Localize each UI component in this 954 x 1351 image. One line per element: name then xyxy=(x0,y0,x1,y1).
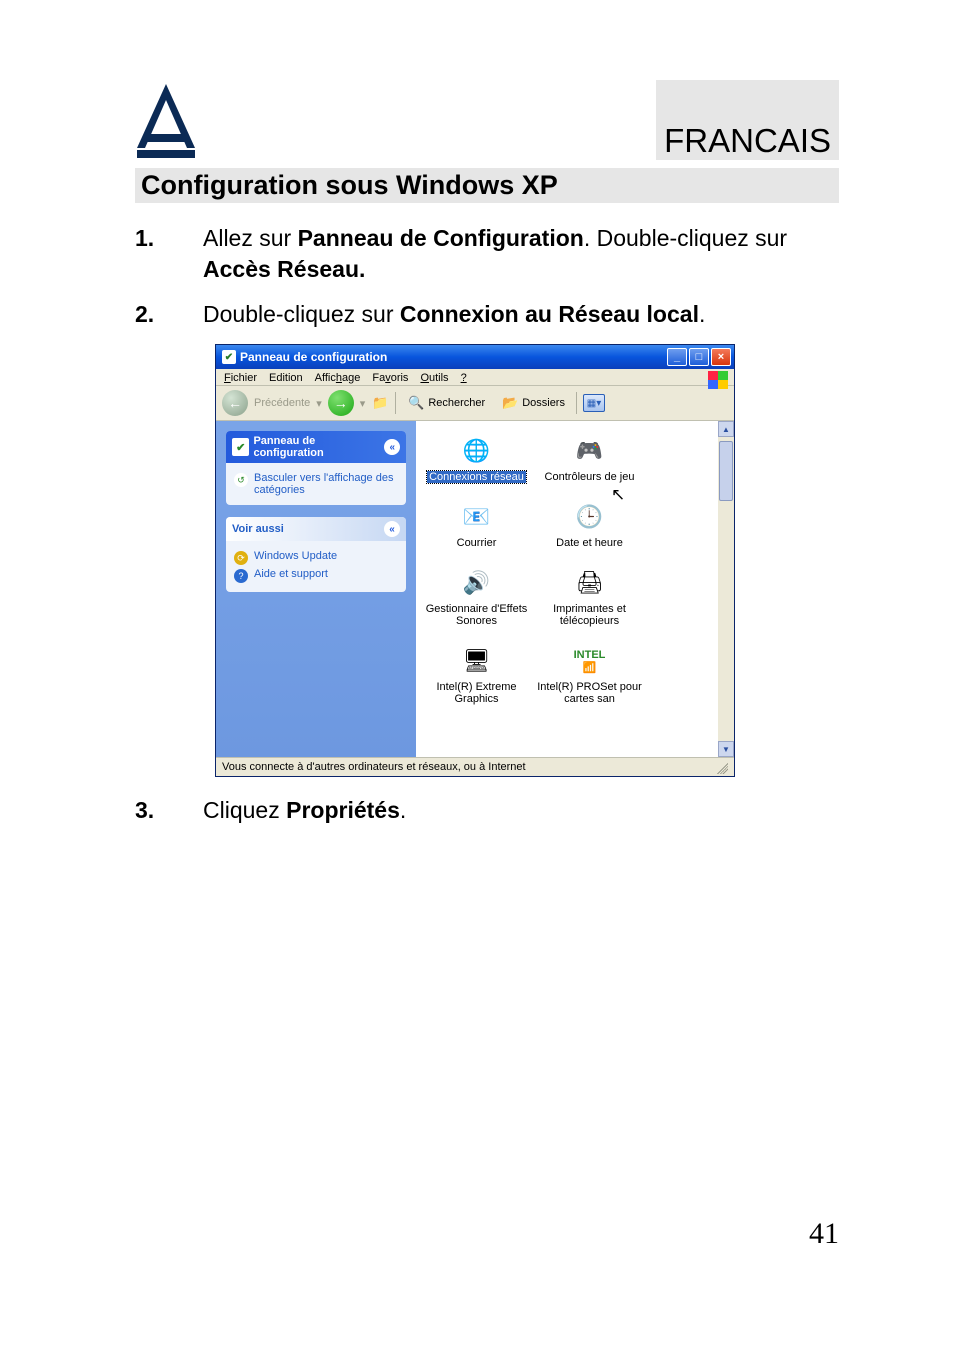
instruction-list: 1. Allez sur Panneau de Configuration. D… xyxy=(135,223,839,330)
menu-edit[interactable]: Edition xyxy=(269,372,303,384)
toolbar: ← Précédente ▾ → ▾ 📁 🔍 Rechercher 📂 Doss… xyxy=(216,386,734,421)
help-support-link[interactable]: ? Aide et support xyxy=(234,568,398,583)
network-card-icon: INTEL📶 xyxy=(574,645,606,677)
panel-header[interactable]: Voir aussi « xyxy=(226,517,406,541)
step-number: 1. xyxy=(135,223,203,285)
panel-header[interactable]: ✔ Panneau de configuration « xyxy=(226,431,406,463)
up-folder-button[interactable]: 📁 xyxy=(371,394,389,412)
network-icon: 🌐 xyxy=(461,435,493,467)
collapse-icon[interactable]: « xyxy=(384,521,400,537)
item-intel-graphics[interactable]: 🖥 Intel(R) Extreme Graphics xyxy=(424,645,529,705)
step-1: 1. Allez sur Panneau de Configuration. D… xyxy=(135,223,839,285)
item-intel-proset[interactable]: INTEL📶 Intel(R) PROSet pour cartes san xyxy=(537,645,642,705)
search-button[interactable]: 🔍 Rechercher xyxy=(402,391,490,415)
update-icon: ⟳ xyxy=(234,551,248,565)
xp-window: ✔ Panneau de configuration _ □ × Fichier… xyxy=(215,344,735,777)
scroll-up-button[interactable]: ▲ xyxy=(718,421,734,437)
separator xyxy=(395,392,396,414)
step-body: Cliquez Propriétés. xyxy=(203,795,839,826)
step-number: 3. xyxy=(135,795,203,826)
status-text: Vous connecte à d'autres ordinateurs et … xyxy=(222,761,526,773)
dropdown-arrow-icon[interactable]: ▾ xyxy=(360,397,366,410)
display-icon: 🖥 xyxy=(461,645,493,677)
back-button[interactable]: ← xyxy=(222,390,248,416)
instruction-list: 3. Cliquez Propriétés. xyxy=(135,795,839,826)
collapse-icon[interactable]: « xyxy=(384,439,400,455)
sound-icon: 🔊 xyxy=(461,567,493,599)
control-panel-icon: ✔ xyxy=(232,438,249,456)
cursor-icon: ↖ xyxy=(611,485,625,505)
close-button[interactable]: × xyxy=(711,348,731,366)
gamepad-icon: 🎮 xyxy=(574,435,606,467)
sidebar: ✔ Panneau de configuration « ↺ Basculer … xyxy=(216,421,416,757)
sidebar-panel-seealso: Voir aussi « ⟳ Windows Update ? Aide et … xyxy=(226,517,406,592)
printer-icon: 🖨 xyxy=(574,567,606,599)
menu-favorites[interactable]: Favoris xyxy=(372,372,408,384)
control-panel-icon: ✔ xyxy=(222,350,236,364)
step-body: Allez sur Panneau de Configuration. Doub… xyxy=(203,223,839,285)
menu-tools[interactable]: Outils xyxy=(420,372,448,384)
item-sound-effects[interactable]: 🔊 Gestionnaire d'Effets Sonores xyxy=(424,567,529,627)
sidebar-panel-control: ✔ Panneau de configuration « ↺ Basculer … xyxy=(226,431,406,505)
search-icon: 🔍 xyxy=(407,394,425,412)
switch-category-view-link[interactable]: ↺ Basculer vers l'affichage des catégori… xyxy=(234,472,398,496)
menu-bar: Fichier Edition Affichage Favoris Outils… xyxy=(216,369,734,386)
windows-update-link[interactable]: ⟳ Windows Update xyxy=(234,550,398,565)
folder-icon: 📂 xyxy=(501,394,519,412)
control-panel-items: 🌐 Connexions réseau 🎮 Contrôleurs de jeu… xyxy=(424,435,726,705)
forward-button[interactable]: → xyxy=(328,390,354,416)
menu-help[interactable]: ? xyxy=(461,372,467,384)
folders-button[interactable]: 📂 Dossiers xyxy=(496,391,570,415)
window-title: Panneau de configuration xyxy=(240,350,387,364)
views-button[interactable]: ▦▾ xyxy=(583,394,605,412)
minimize-button[interactable]: _ xyxy=(667,348,687,366)
language-label: FRANCAIS xyxy=(656,80,839,160)
help-icon: ? xyxy=(234,569,248,583)
item-network-connections[interactable]: 🌐 Connexions réseau xyxy=(424,435,529,483)
item-game-controllers[interactable]: 🎮 Contrôleurs de jeu xyxy=(537,435,642,483)
step-body: Double-cliquez sur Connexion au Réseau l… xyxy=(203,299,839,330)
section-title: Configuration sous Windows XP xyxy=(135,168,839,203)
item-date-time[interactable]: 🕒 Date et heure xyxy=(537,501,642,549)
windows-flag-icon xyxy=(708,371,728,389)
clock-icon: 🕒 xyxy=(574,501,606,533)
separator xyxy=(576,392,577,414)
status-bar: Vous connecte à d'autres ordinateurs et … xyxy=(216,757,734,776)
vertical-scrollbar[interactable]: ▲ ▼ xyxy=(718,421,734,757)
step-2: 2. Double-cliquez sur Connexion au Résea… xyxy=(135,299,839,330)
item-printers-fax[interactable]: 🖨 Imprimantes et télécopieurs xyxy=(537,567,642,627)
scroll-down-button[interactable]: ▼ xyxy=(718,741,734,757)
window-body: ✔ Panneau de configuration « ↺ Basculer … xyxy=(216,421,734,757)
page-number: 41 xyxy=(809,1217,839,1251)
item-mail[interactable]: 📧 Courrier xyxy=(424,501,529,549)
step-3: 3. Cliquez Propriétés. xyxy=(135,795,839,826)
maximize-button[interactable]: □ xyxy=(689,348,709,366)
document-header: FRANCAIS xyxy=(135,80,839,160)
content-area: 🌐 Connexions réseau 🎮 Contrôleurs de jeu… xyxy=(416,421,734,757)
step-number: 2. xyxy=(135,299,203,330)
brand-logo xyxy=(135,80,197,160)
back-label: Précédente xyxy=(254,397,310,409)
menu-file[interactable]: Fichier xyxy=(224,372,257,384)
scroll-thumb[interactable] xyxy=(719,441,733,501)
switch-view-icon: ↺ xyxy=(234,473,248,487)
language-text: FRANCAIS xyxy=(664,122,831,160)
menu-view[interactable]: Affichage xyxy=(315,372,361,384)
resize-grip-icon[interactable] xyxy=(714,760,728,774)
window-titlebar[interactable]: ✔ Panneau de configuration _ □ × xyxy=(216,345,734,369)
mail-icon: 📧 xyxy=(461,501,493,533)
dropdown-arrow-icon[interactable]: ▾ xyxy=(316,397,322,410)
